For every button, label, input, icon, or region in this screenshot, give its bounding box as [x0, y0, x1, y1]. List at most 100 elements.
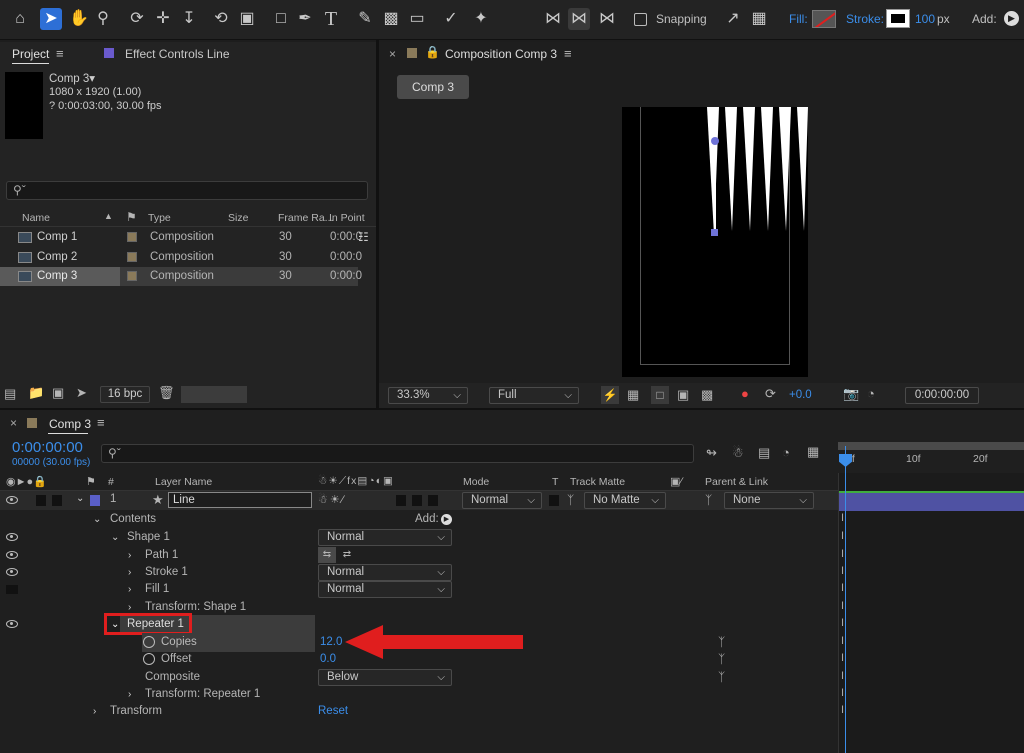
frame-blending-icon[interactable]: ▤: [758, 445, 770, 461]
fill-blend-mode-dropdown[interactable]: Normal ⌵: [318, 581, 452, 598]
render-queue-icon[interactable]: ➤: [76, 385, 87, 401]
interpret-footage-icon[interactable]: ▤: [4, 386, 16, 402]
visibility-eye-icon[interactable]: [6, 551, 18, 559]
magnification-dropdown[interactable]: 33.3% ⌵: [388, 387, 468, 404]
clone-stamp-tool-icon[interactable]: ▩: [380, 8, 402, 30]
keyframe-marker[interactable]: I: [841, 670, 847, 682]
stroke-width-value[interactable]: 100: [915, 12, 935, 26]
comp-name[interactable]: Comp 3▾: [49, 71, 95, 85]
timeline-tab-title[interactable]: Comp 3: [49, 417, 91, 431]
visibility-eye-icon[interactable]: [6, 533, 18, 541]
preserve-transparency-box[interactable]: [549, 495, 559, 506]
composition-tab-title[interactable]: Composition Comp 3: [445, 47, 557, 61]
stroke-label[interactable]: Stroke:: [846, 12, 884, 26]
keyframe-marker[interactable]: I: [841, 565, 847, 577]
matte-pickwhip-icon[interactable]: ᛉ: [567, 493, 574, 507]
panel-divider[interactable]: [0, 408, 1024, 410]
blend-mode-dropdown[interactable]: Normal ⌵: [462, 492, 542, 509]
add-menu-icon[interactable]: ▶: [1004, 11, 1019, 26]
rectangle-tool-icon[interactable]: □: [270, 8, 292, 30]
offset-value[interactable]: 0.0: [320, 650, 336, 669]
brush-tool-icon[interactable]: ✎: [354, 8, 376, 30]
motion-blur-icon[interactable]: ◔: [782, 445, 790, 460]
parent-pickwhip-icon[interactable]: ᛉ: [705, 493, 712, 507]
col-type[interactable]: Type: [148, 212, 171, 224]
col-frame-rate[interactable]: Frame Ra...: [278, 212, 333, 224]
viewer-timecode[interactable]: 0:00:00:00: [905, 387, 979, 404]
add-menu-icon[interactable]: ▶: [441, 514, 452, 525]
comp-mini-flowchart-icon[interactable]: ↬: [706, 445, 717, 461]
composite-dropdown[interactable]: Below ⌵: [318, 669, 452, 686]
time-ruler[interactable]: 0f 10f 20f: [838, 440, 1024, 470]
pen-tool-icon[interactable]: ✒: [294, 8, 316, 30]
fill-none-swatch[interactable]: [812, 10, 836, 28]
sort-ascending-icon[interactable]: ▲: [104, 211, 113, 221]
label-color-swatch[interactable]: [127, 252, 137, 262]
comp-breadcrumb-tab[interactable]: Comp 3: [397, 75, 469, 99]
dolly-camera-icon[interactable]: ↧: [178, 8, 200, 30]
switch-box[interactable]: [412, 495, 422, 506]
snap-grid-icon[interactable]: ▦: [748, 8, 770, 30]
reset-exposure-icon[interactable]: ⟳: [765, 386, 776, 402]
chevron-down-icon[interactable]: ⌄: [111, 528, 119, 547]
home-icon[interactable]: ⌂: [9, 8, 31, 30]
project-footer-slider[interactable]: [181, 386, 247, 403]
rotation-tool-icon[interactable]: ⟲: [210, 8, 232, 30]
orbit-camera-icon[interactable]: ⟳: [126, 8, 148, 30]
keyframe-marker[interactable]: I: [841, 687, 847, 699]
property-row-contents[interactable]: ⌄ Contents Add: ▶: [0, 510, 838, 529]
new-folder-icon[interactable]: 📁: [28, 385, 44, 401]
path-direction-reversed-icon[interactable]: ⇆: [318, 547, 336, 563]
property-row-transform[interactable]: › Transform Reset: [0, 702, 838, 721]
chevron-down-icon[interactable]: ⌄: [76, 493, 84, 504]
keyframe-marker[interactable]: I: [841, 635, 847, 647]
color-channels-icon[interactable]: ●: [741, 386, 749, 401]
label-color-swatch[interactable]: [127, 271, 137, 281]
selection-tool-icon[interactable]: ➤: [40, 8, 62, 30]
keyframe-marker[interactable]: I: [841, 548, 847, 560]
expression-pickwhip-icon[interactable]: ᛉ: [718, 650, 725, 669]
current-time-display[interactable]: 0:00:00:00: [12, 439, 83, 456]
delete-icon[interactable]: 🗑: [158, 385, 175, 401]
track-matte-dropdown[interactable]: No Matte ⌵: [584, 492, 666, 509]
roto-brush-tool-icon[interactable]: ✓: [440, 8, 462, 30]
panel-menu-icon[interactable]: ≡: [56, 46, 64, 61]
eraser-tool-icon[interactable]: ▭: [406, 8, 428, 30]
col-layer-name[interactable]: Layer Name: [155, 476, 212, 488]
new-composition-icon[interactable]: ▣: [52, 385, 64, 401]
mask-visibility-icon[interactable]: □: [651, 386, 669, 404]
fast-previews-icon[interactable]: ⚡: [601, 386, 619, 404]
chevron-right-icon[interactable]: ›: [128, 580, 131, 599]
label-color-swatch[interactable]: [127, 232, 137, 242]
axis-local-icon[interactable]: ⋈: [542, 8, 564, 30]
project-row[interactable]: Comp 1 Composition 30 0:00:0: [0, 228, 362, 247]
reset-transform-link[interactable]: Reset: [318, 702, 348, 721]
keyframe-marker[interactable]: I: [841, 512, 847, 524]
type-tool-icon[interactable]: T: [320, 8, 342, 30]
show-snapshot-icon[interactable]: ◔: [867, 386, 875, 401]
keyframe-marker[interactable]: I: [841, 617, 847, 629]
project-row[interactable]: Comp 2 Composition 30 0:00:0: [0, 248, 362, 267]
zoom-tool-icon[interactable]: ⚲: [92, 8, 114, 30]
flowchart-icon[interactable]: ☷: [358, 230, 369, 244]
col-name[interactable]: Name: [22, 212, 50, 224]
project-row-selected[interactable]: Comp 3 Composition 30 0:00:0: [0, 267, 362, 286]
col-parent-link[interactable]: Parent & Link: [705, 476, 768, 488]
visibility-eye-icon[interactable]: [6, 496, 18, 504]
tab-project[interactable]: Project: [12, 47, 49, 61]
work-area-bar[interactable]: [838, 442, 1024, 450]
layer-label-color[interactable]: [90, 495, 100, 506]
visibility-off-box[interactable]: [6, 585, 18, 594]
close-icon[interactable]: ×: [389, 47, 396, 61]
snap-expand-icon[interactable]: ↗: [722, 8, 744, 30]
chevron-right-icon[interactable]: ›: [93, 702, 96, 721]
shape-blend-mode-dropdown[interactable]: Normal ⌵: [318, 529, 452, 546]
stroke-color-swatch[interactable]: [886, 9, 910, 28]
keyframe-marker[interactable]: I: [841, 652, 847, 664]
pan-camera-icon[interactable]: ✛: [152, 8, 174, 30]
visibility-eye-icon[interactable]: [6, 568, 18, 576]
timeline-search-input[interactable]: ⚲ˇ: [101, 444, 694, 463]
exposure-value[interactable]: +0.0: [789, 389, 812, 401]
add-content-label[interactable]: Add:: [415, 510, 439, 529]
close-icon[interactable]: ×: [10, 416, 17, 430]
